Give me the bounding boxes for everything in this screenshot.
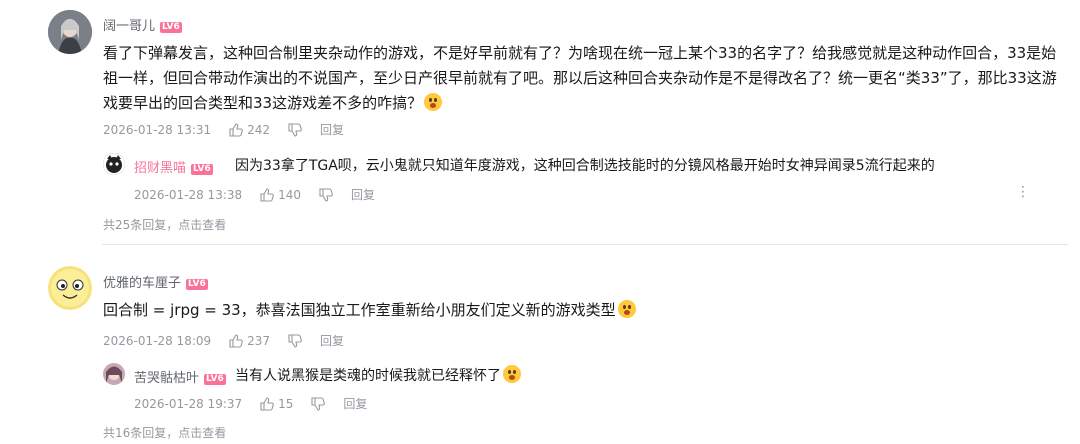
thumbs-up-icon <box>260 187 274 202</box>
comment-body: 回合制 = jrpg = 33，恭喜法国独立工作室重新给小朋友们定义新的游戏类型 <box>103 301 616 319</box>
reply-body: 当有人说黑猴是类魂的时候我就已经释怀了 <box>235 368 501 384</box>
view-more-replies[interactable]: 共25条回复，点击查看 <box>103 216 226 233</box>
reply-button[interactable]: 回复 <box>343 395 367 412</box>
like-button[interactable]: 140 <box>260 188 301 202</box>
reply-username-text[interactable]: 招财黑喵 <box>134 161 186 176</box>
reply-button[interactable]: 回复 <box>320 332 344 349</box>
reply-username[interactable]: 招财黑喵 LV6 <box>134 157 213 176</box>
divider <box>102 244 1068 245</box>
reply-button[interactable]: 回复 <box>320 121 344 138</box>
reply-meta: 2026-01-28 19:37 15 回复 <box>134 395 367 412</box>
scared-emoji-icon <box>617 300 636 318</box>
thumbs-up-icon <box>229 333 243 348</box>
level-badge: LV6 <box>204 374 226 385</box>
avatar[interactable] <box>48 10 92 54</box>
like-button[interactable]: 242 <box>229 123 270 137</box>
thumbs-up-icon <box>260 396 274 411</box>
timestamp: 2026-01-28 18:09 <box>103 333 212 348</box>
level-badge: LV6 <box>191 164 213 175</box>
reply-avatar[interactable] <box>103 363 125 385</box>
comment-body: 看了下弹幕发言，这种回合制里夹杂动作的游戏，不是好早前就有了？为啥现在统一冠上某… <box>103 44 1057 112</box>
like-button[interactable]: 15 <box>260 397 293 411</box>
thumbs-down-icon <box>288 122 302 137</box>
reply-text: 当有人说黑猴是类魂的时候我就已经释怀了 <box>235 365 521 385</box>
smiley-avatar-image <box>48 266 92 310</box>
avatar-image <box>48 10 92 54</box>
thumbs-down-icon <box>319 187 333 202</box>
reply-meta: 2026-01-28 13:38 140 回复 <box>134 186 375 203</box>
reply-text: 因为33拿了TGA呗，云小鬼就只知道年度游戏，这种回合制选技能时的分镜风格最开始… <box>235 158 935 174</box>
comment-text: 看了下弹幕发言，这种回合制里夹杂动作的游戏，不是好早前就有了？为啥现在统一冠上某… <box>103 41 1069 116</box>
surprised-emoji-icon <box>424 93 443 111</box>
reply-button[interactable]: 回复 <box>351 186 375 203</box>
reply-avatar[interactable] <box>103 153 125 175</box>
view-more-replies[interactable]: 共16条回复，点击查看 <box>103 424 226 441</box>
dislike-button[interactable] <box>311 396 326 411</box>
username-text[interactable]: 优雅的车厘子 <box>103 276 181 291</box>
like-count: 242 <box>247 122 271 137</box>
timestamp: 2026-01-28 13:38 <box>134 187 243 202</box>
level-badge: LV6 <box>160 22 182 33</box>
cat-avatar-image <box>103 153 125 175</box>
dislike-button[interactable] <box>288 333 302 348</box>
like-count: 237 <box>247 333 271 348</box>
like-button[interactable]: 237 <box>229 334 270 348</box>
anime-avatar-image <box>103 363 125 385</box>
dislike-button[interactable] <box>319 187 333 202</box>
thumbs-up-icon <box>229 122 243 137</box>
reply-username-text[interactable]: 苦哭骷枯叶 <box>134 371 199 386</box>
avatar[interactable] <box>48 266 92 310</box>
like-count: 15 <box>278 396 294 411</box>
sweat-emoji-icon <box>503 365 521 383</box>
thumbs-down-icon <box>288 333 302 348</box>
reply-username[interactable]: 苦哭骷枯叶 LV6 <box>134 367 226 386</box>
thumbs-down-icon <box>311 396 326 411</box>
comment-meta: 2026-01-28 13:31 242 回复 <box>103 121 344 138</box>
username[interactable]: 优雅的车厘子 LV6 <box>103 272 208 291</box>
comment-meta: 2026-01-28 18:09 237 回复 <box>103 332 344 349</box>
like-count: 140 <box>278 187 302 202</box>
username-text[interactable]: 阔一哥儿 <box>103 19 155 34</box>
timestamp: 2026-01-28 19:37 <box>134 396 243 411</box>
level-badge: LV6 <box>186 279 208 290</box>
username[interactable]: 阔一哥儿 LV6 <box>103 15 182 34</box>
comment-text: 回合制 = jrpg = 33，恭喜法国独立工作室重新给小朋友们定义新的游戏类型 <box>103 298 1063 323</box>
timestamp: 2026-01-28 13:31 <box>103 122 212 137</box>
more-dots-icon[interactable]: ⋮ <box>1016 184 1030 200</box>
dislike-button[interactable] <box>288 122 302 137</box>
